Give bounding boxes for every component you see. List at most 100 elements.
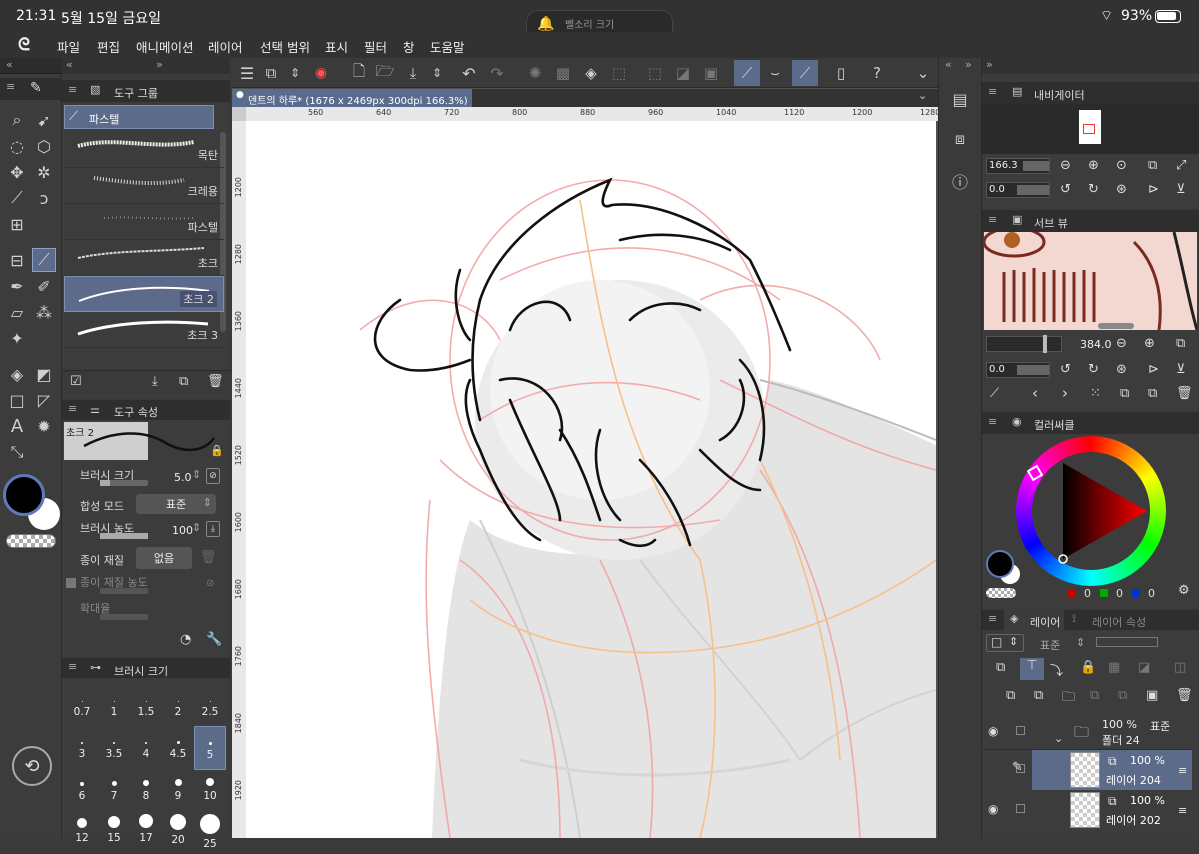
layer-tab[interactable]: ◈ 레이어 [1004,610,1064,630]
brush-size-option[interactable]: 7 [98,768,130,812]
lasso-icon[interactable]: ↄ [32,186,56,210]
sparkle-icon[interactable]: ✦ [5,326,29,350]
brush-size-option[interactable]: 6 [66,768,98,812]
snap-grid-icon[interactable]: ⟋ [792,60,818,86]
new-folder-icon[interactable]: 🗀 [1062,688,1075,710]
hand-icon[interactable]: ◌ [5,134,29,158]
rotate-left-icon[interactable]: ↺ [1060,362,1071,377]
zoom-in-icon[interactable]: ⊕ [1088,158,1099,173]
brush-size-option[interactable]: 12 [66,810,98,854]
opacity-slider[interactable] [1096,637,1158,647]
brush-density-slider[interactable] [100,533,148,539]
chevron-down-icon[interactable]: ⌄ [912,62,934,84]
frame-icon[interactable]: ⊟ [5,248,29,272]
folder-expand-icon[interactable]: ⌄ [1054,732,1063,745]
zoom-out-icon[interactable]: ⊖ [1060,158,1071,173]
invert-selection-icon[interactable]: ◪ [672,62,694,84]
object-icon[interactable]: ⬡ [32,134,56,158]
menu-lines-icon[interactable]: ≡ [988,85,997,98]
modifier-key-icon[interactable]: ⟲ [12,746,52,786]
menu-selection[interactable]: 선택 범위 [260,37,310,56]
brush-size-option[interactable]: 3.5 [98,726,130,770]
clear-icon[interactable]: ▩ [552,62,574,84]
collapse-left-icon[interactable]: « [945,58,952,71]
brush-size-option[interactable]: 5 [194,726,226,770]
duplicate-icon[interactable]: ⧉ [179,374,188,389]
drag-handle-icon[interactable]: ≡ [1178,804,1187,817]
collapse-right-icon[interactable]: » [156,58,163,71]
menu-lines-icon[interactable]: ≡ [988,415,997,428]
brush-item[interactable]: 크레용 [64,168,224,204]
navigator-preview[interactable] [982,104,1199,154]
redo-icon[interactable]: ↷ [486,62,508,84]
pen-icon[interactable]: ✒ [5,274,29,298]
wrench-icon[interactable]: 🔧 [206,632,222,647]
eyedropper-icon[interactable]: ⟋ [5,186,29,210]
airbrush-icon[interactable]: ⁂ [32,300,56,324]
frame-border-icon[interactable]: ◸ [32,388,56,412]
main-color-chip[interactable] [986,550,1014,578]
fill-icon[interactable]: ◈ [5,362,29,386]
app-logo-icon[interactable]: ᘓ [18,35,30,55]
draft-layer-icon[interactable]: ⊤ [1020,658,1044,680]
collapse-right-icon[interactable]: » [965,58,972,71]
brush-size-option[interactable]: 20 [162,810,194,854]
new-raster-layer-icon[interactable]: ⧉ [1006,688,1015,703]
new-file-icon[interactable]: 🗋 [348,62,370,84]
ruler-toggle-icon[interactable]: ◫ [1174,660,1186,675]
checkbox[interactable] [66,578,76,588]
menu-file[interactable]: 파일 [57,37,80,56]
brush-item[interactable]: 목탄 [64,132,224,168]
flip-vertical-icon[interactable]: ⊻ [1176,362,1186,377]
menu-lines-icon[interactable]: ≡ [988,612,997,625]
zoom-in-icon[interactable]: ⊕ [1144,336,1155,351]
fullscreen-icon[interactable]: ⤢ [1176,158,1186,173]
blend-mode-select[interactable]: 표준 ⇕ [136,494,216,514]
menu-edit[interactable]: 편집 [97,37,120,56]
merge-visible-icon[interactable]: ⧉ [1118,688,1127,703]
brush-item-selected[interactable]: 초크 2 [64,276,224,312]
brush-size-option[interactable]: 17 [130,810,162,854]
chevron-updown-icon[interactable]: ⇕ [1076,636,1085,649]
zoom-out-icon[interactable]: ⊖ [1116,336,1127,351]
transform-icon[interactable]: ⬚ [608,62,630,84]
clip-layer-icon[interactable]: ⤵ [1050,660,1063,679]
layer-row[interactable]: ◉ ⧉ 100 % 레이어 202 ≡ [982,790,1192,830]
eye-icon[interactable]: ◉ [988,724,998,738]
grid-icon[interactable]: ⁙ [1090,386,1101,401]
menu-window[interactable]: 창 [403,37,415,56]
menu-lines-icon[interactable]: ≡ [988,213,997,226]
dial-icon[interactable]: ◔ [180,632,191,647]
download-icon[interactable]: ⤓ [152,374,158,389]
copy-settings-icon[interactable]: ☑ [70,374,82,389]
eyedropper-icon[interactable]: ⟋ [990,386,999,401]
fill-bucket-icon[interactable]: ◈ [580,62,602,84]
brush-size-option[interactable]: 0.7 [66,684,98,728]
eraser-icon[interactable]: ▱ [5,300,29,324]
new-vector-layer-icon[interactable]: ⧉ [1034,688,1043,703]
correct-line-icon[interactable]: ⤡ [5,440,29,464]
stop-icon[interactable]: ⊙ [1116,158,1127,173]
open-icon[interactable]: ⧉ [1148,386,1157,401]
smartphone-icon[interactable]: ▯ [830,62,852,84]
pressure-icon[interactable]: ⤓ [206,521,220,537]
subview-image[interactable] [984,232,1197,330]
drag-handle-icon[interactable]: ≡ [1178,764,1187,777]
paper-texture-select[interactable]: 없음 [136,547,192,569]
fit-icon[interactable]: ⧉ [1148,158,1157,173]
menu-animation[interactable]: 애니메이션 [136,37,194,56]
brush-size-option[interactable]: 2 [162,684,194,728]
edit-icon[interactable]: ⧉ [260,62,282,84]
brush-size-option[interactable]: 10 [194,768,226,812]
brush-size-option[interactable]: 15 [98,810,130,854]
pastel-brush-icon[interactable]: ⟋ [32,248,56,272]
text-icon[interactable]: A [5,414,29,438]
help-icon[interactable]: ? [866,62,888,84]
hamburger-icon[interactable]: ☰ [236,62,258,84]
chevron-right-icon[interactable]: › [1062,384,1068,402]
layer-row-selected[interactable]: ✎ ⧉ 100 % 레이어 204 ≡ [982,750,1192,790]
reset-rotation-icon[interactable]: ⊛ [1116,182,1127,197]
brush-size-option[interactable]: 1 [98,684,130,728]
chevron-updown-icon[interactable]: ⇕ [428,62,446,84]
merge-icon[interactable]: ⧉ [1090,688,1099,703]
